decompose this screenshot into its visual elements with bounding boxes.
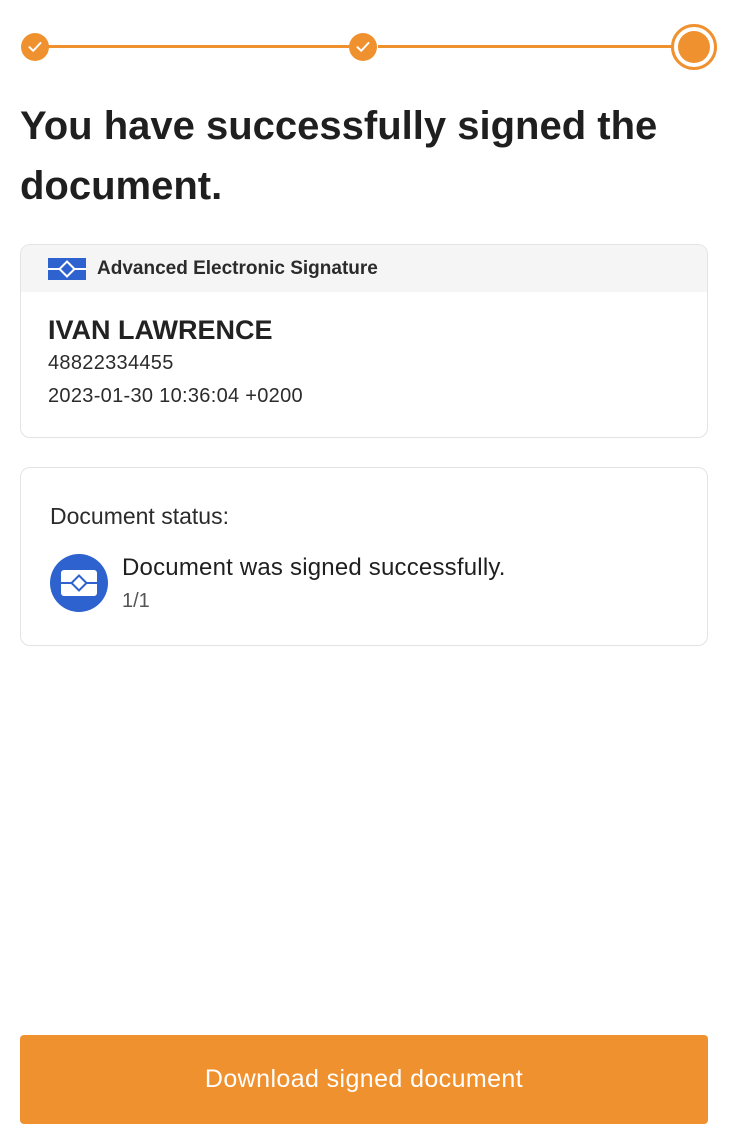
signed-timestamp: 2023-01-30 10:36:04 +0200 xyxy=(48,385,303,407)
document-status-card: Document status: Document was signed suc… xyxy=(20,467,708,646)
signature-badge-icon xyxy=(48,258,86,280)
signed-count: 1/1 xyxy=(122,590,150,612)
status-heading: Document status: xyxy=(50,503,229,529)
status-message: Document was signed successfully. xyxy=(122,554,506,581)
step-2-completed xyxy=(349,33,377,61)
stepper-connector xyxy=(38,45,366,48)
signature-card-header: Advanced Electronic Signature xyxy=(21,245,707,292)
progress-stepper xyxy=(20,24,717,70)
signer-id: 48822334455 xyxy=(48,352,174,374)
checkmark-icon xyxy=(356,42,370,52)
page-title: You have successfully signed the documen… xyxy=(20,104,658,208)
checkmark-icon xyxy=(28,42,42,52)
signature-status-icon xyxy=(50,554,108,612)
signature-card: Advanced Electronic Signature IVAN LAWRE… xyxy=(20,244,708,438)
download-signed-document-button[interactable]: Download signed document xyxy=(20,1035,708,1124)
signer-name: IVAN LAWRENCE xyxy=(48,315,273,345)
step-1-completed xyxy=(21,33,49,61)
signed-document-icon xyxy=(61,570,97,596)
step-3-current xyxy=(671,24,717,70)
stepper-connector xyxy=(378,45,696,48)
current-step-dot xyxy=(678,31,710,63)
signature-type-label: Advanced Electronic Signature xyxy=(97,258,378,279)
